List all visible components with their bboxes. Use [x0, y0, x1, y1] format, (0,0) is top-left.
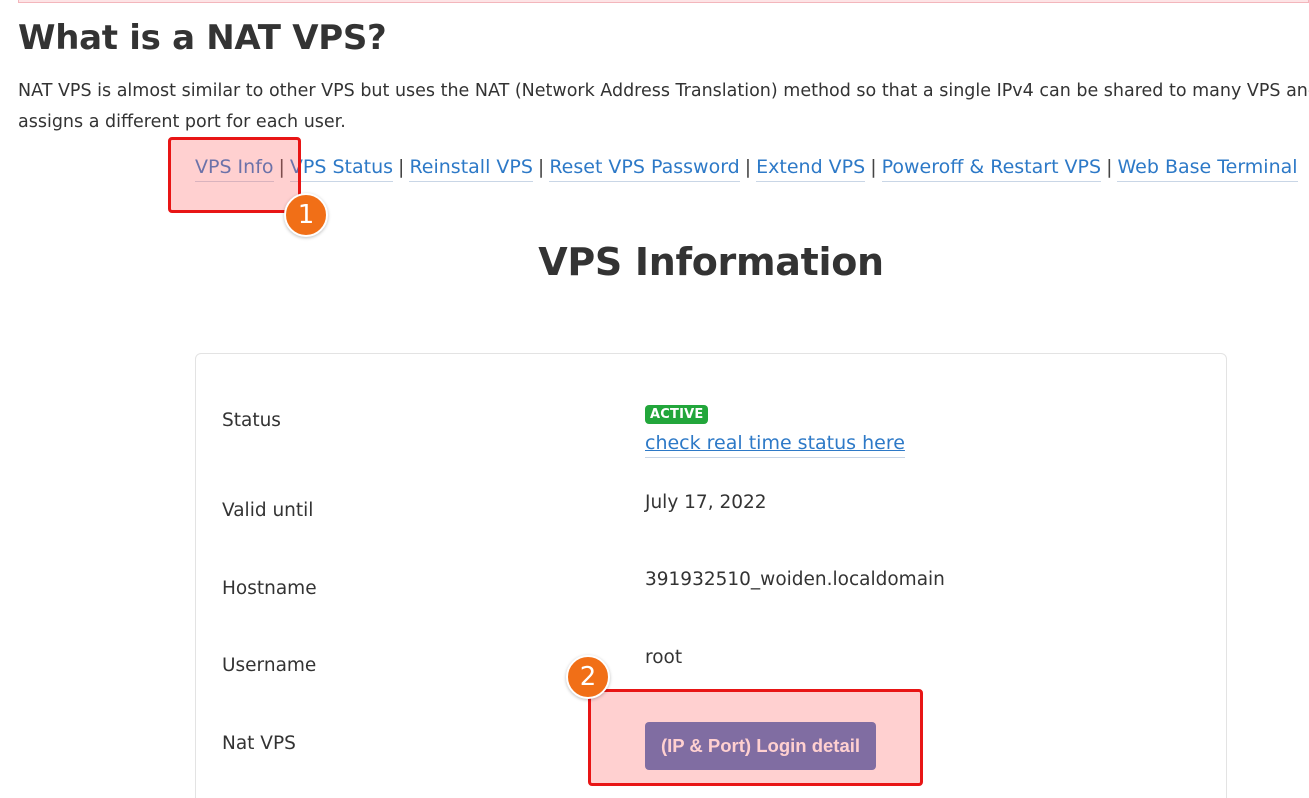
login-detail-button[interactable]: (IP & Port) Login detail: [645, 722, 876, 770]
nat-vps-label: Nat VPS: [222, 733, 296, 754]
top-alert-strip: [0, 0, 1309, 4]
step-marker-2: 2: [566, 655, 610, 699]
intro-line-2: assigns a different port for each user.: [18, 112, 346, 132]
username-value: root: [645, 647, 683, 668]
vps-information-title: VPS Information: [538, 240, 884, 284]
intro-paragraph: NAT VPS is almost similar to other VPS b…: [18, 76, 1309, 138]
nav-separator: |: [870, 156, 877, 178]
username-label: Username: [222, 655, 317, 676]
nav-extend-vps[interactable]: Extend VPS: [756, 156, 866, 182]
valid-until-value: July 17, 2022: [645, 492, 767, 513]
status-label: Status: [222, 410, 281, 431]
realtime-status-link[interactable]: check real time status here: [645, 432, 905, 458]
hostname-value: 391932510_woiden.localdomain: [645, 569, 945, 590]
step-marker-1: 1: [284, 193, 328, 237]
hostname-label: Hostname: [222, 578, 317, 599]
nav-reinstall-vps[interactable]: Reinstall VPS: [409, 156, 533, 182]
nav-separator: |: [744, 156, 752, 178]
nav-separator: |: [278, 156, 285, 178]
vps-nav: VPS Info | VPS Status | Reinstall VPS | Reset …: [195, 156, 1298, 182]
nav-separator: |: [537, 156, 545, 178]
nav-separator: |: [398, 156, 405, 178]
nav-vps-status[interactable]: VPS Status: [289, 156, 394, 182]
nav-separator: |: [1106, 156, 1113, 178]
nav-web-base-terminal[interactable]: Web Base Terminal: [1117, 156, 1298, 182]
page-heading: What is a NAT VPS?: [18, 18, 387, 58]
nav-poweroff-restart-vps[interactable]: Poweroff & Restart VPS: [881, 156, 1102, 182]
nav-vps-info[interactable]: VPS Info: [195, 156, 274, 182]
status-badge: ACTIVE: [645, 405, 709, 424]
valid-until-label: Valid until: [222, 500, 314, 521]
intro-line-1: NAT VPS is almost similar to other VPS b…: [18, 81, 1309, 101]
nav-reset-vps-password[interactable]: Reset VPS Password: [549, 156, 740, 182]
